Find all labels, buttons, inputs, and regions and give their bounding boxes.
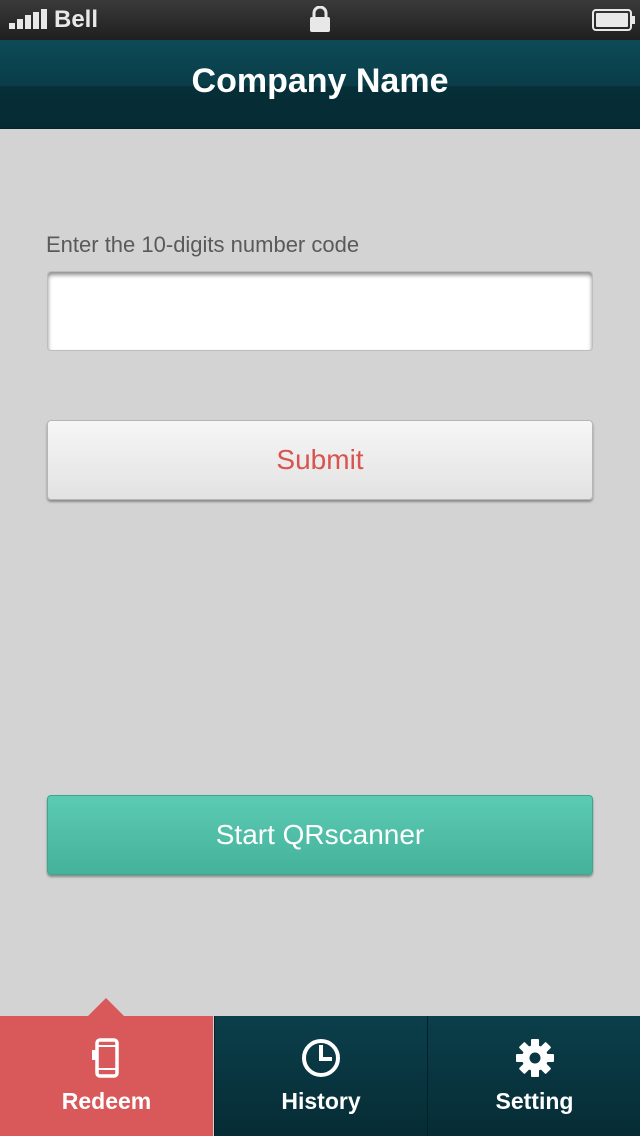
lock-icon	[310, 6, 330, 32]
tab-label: History	[281, 1088, 361, 1114]
code-field-label: Enter the 10-digits number code	[46, 232, 360, 257]
tab-redeem[interactable]: Redeem	[0, 1016, 213, 1136]
status-bar: Bell	[0, 0, 640, 40]
tab-history[interactable]: History	[214, 1016, 427, 1136]
active-tab-pointer	[88, 998, 124, 1016]
code-input[interactable]	[47, 271, 593, 351]
phone-icon	[91, 1038, 119, 1078]
tab-setting[interactable]: Setting	[427, 1016, 640, 1136]
page-title: Company Name	[191, 62, 449, 100]
app-header: Company Name	[0, 40, 640, 129]
gear-icon	[515, 1039, 554, 1077]
start-qrscanner-button[interactable]: Start QRscanner	[47, 795, 593, 875]
tab-label: Setting	[495, 1088, 574, 1114]
carrier-name: Bell	[54, 6, 99, 33]
clock-icon	[302, 1039, 340, 1077]
submit-button[interactable]: Submit	[47, 420, 593, 500]
tab-bar: Redeem History Setting	[0, 998, 640, 1136]
battery-icon	[592, 9, 635, 31]
app-screen: Bell Company Name Enter the 10-digits nu…	[0, 0, 640, 1136]
tab-label: Redeem	[61, 1088, 152, 1114]
signal-bars-icon	[9, 9, 49, 29]
